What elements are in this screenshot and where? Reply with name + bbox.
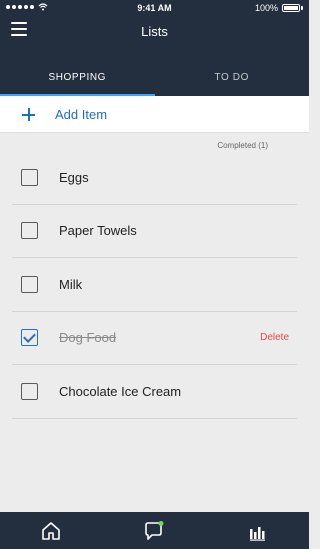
item-checkbox[interactable] (21, 275, 38, 293)
add-item-button[interactable]: Add Item (0, 96, 309, 133)
shopping-list: Eggs Paper Towels Milk Dog Food Delete C… (12, 151, 297, 419)
chat-icon[interactable] (143, 520, 165, 542)
tab-shopping[interactable]: SHOPPING (0, 62, 155, 96)
item-checkbox[interactable] (21, 168, 38, 186)
list-item: Chocolate Ice Cream (12, 365, 297, 419)
item-label: Eggs (59, 169, 89, 185)
add-item-label: Add Item (55, 106, 108, 122)
tab-bar: SHOPPING TO DO (0, 62, 309, 96)
home-icon[interactable] (40, 520, 62, 542)
tab-todo[interactable]: TO DO (155, 62, 310, 96)
battery-icon (282, 4, 300, 12)
plus-icon (22, 107, 35, 121)
status-bar: 9:41 AM 100% (0, 0, 309, 16)
bottom-nav (0, 512, 309, 549)
delete-button[interactable]: Delete (260, 332, 289, 343)
list-item: Eggs (12, 151, 297, 205)
list-item: Dog Food Delete (12, 312, 297, 365)
item-label: Paper Towels (59, 223, 137, 239)
item-label-completed: Dog Food (59, 330, 117, 346)
completed-count: Completed (1) (217, 141, 268, 150)
item-checkbox[interactable] (21, 382, 38, 400)
list-item: Paper Towels (12, 205, 297, 258)
item-checkbox[interactable] (21, 222, 38, 240)
battery-area: 100% (255, 3, 303, 13)
list-item: Milk (12, 258, 297, 312)
item-label: Milk (59, 276, 83, 292)
item-label: Chocolate Ice Cream (59, 383, 182, 399)
battery-percent: 100% (254, 3, 278, 13)
page-title: Lists (141, 24, 168, 39)
item-checkbox-checked[interactable] (21, 329, 38, 347)
bars-icon[interactable] (247, 520, 269, 542)
app-header: 9:41 AM 100% Lists SHOPPING TO DO (0, 0, 309, 96)
